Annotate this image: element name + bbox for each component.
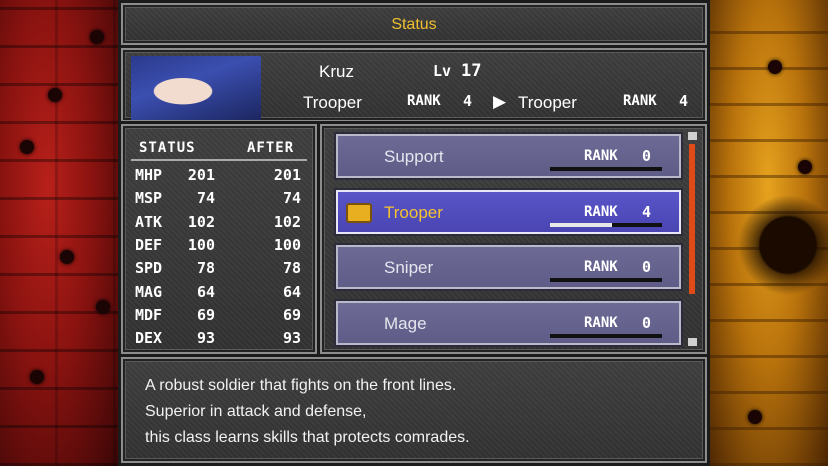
stat-row-mag: MAG 64 64: [123, 283, 315, 306]
current-rank-value: 4: [463, 92, 473, 110]
stat-value: 64: [196, 282, 215, 301]
description-line-1: A robust soldier that fights on the fron…: [145, 377, 457, 394]
stat-row-mhp: MHP 201 201: [123, 166, 315, 189]
stat-name: MHP: [135, 166, 163, 184]
stat-name: MAG: [135, 282, 163, 301]
rank-progress-bar: [550, 167, 662, 171]
stat-name: MSP: [135, 189, 163, 208]
stat-row-spd: SPD 78 78: [123, 259, 315, 282]
stat-after-value: 102: [273, 212, 301, 231]
stat-after-value: 78: [282, 259, 301, 278]
stat-name: DEX: [135, 329, 163, 348]
class-name: Sniper: [384, 258, 434, 277]
new-class: Trooper: [518, 93, 577, 112]
class-item-sniper[interactable]: Sniper RANK 0: [334, 243, 683, 291]
description-line-2: Superior in attack and defense,: [145, 403, 367, 420]
background-right-wall: [708, 0, 828, 466]
current-rank-label: RANK: [407, 93, 441, 109]
stat-after-value: 93: [282, 329, 301, 348]
cursor-hand-icon: [346, 202, 372, 223]
stat-name: ATK: [135, 212, 163, 231]
class-list-panel: Support RANK 0 Trooper RANK 4 Sniper RANK 0 Mage R…: [317, 121, 710, 357]
level-label: Lv: [433, 62, 452, 80]
new-rank-label: RANK: [623, 93, 657, 109]
class-item-trooper[interactable]: Trooper RANK 4: [334, 187, 683, 236]
screen-title: Status: [391, 16, 437, 33]
stat-value: 102: [187, 212, 215, 231]
stat-value: 74: [196, 189, 215, 208]
rank-progress-bar: [550, 222, 662, 227]
class-item-support[interactable]: Support RANK 0: [334, 132, 683, 180]
stat-row-def: DEF 100 100: [123, 236, 315, 259]
rank-label: RANK: [584, 314, 618, 331]
rank-value: 0: [642, 313, 652, 332]
stat-row-msp: MSP 74 74: [123, 189, 315, 212]
title-panel: Status: [118, 0, 710, 48]
rank-progress-bar: [550, 333, 662, 338]
rank-label: RANK: [584, 203, 618, 220]
stat-after-value: 201: [273, 166, 301, 184]
description-line-3: this class learns skills that protects c…: [145, 429, 470, 446]
rank-label: RANK: [584, 148, 618, 164]
stat-after-value: 74: [282, 189, 301, 208]
stat-after-value: 69: [282, 305, 301, 324]
character-portrait: [131, 56, 261, 120]
stat-value: 69: [196, 305, 215, 324]
rank-progress-bar: [550, 278, 662, 282]
stats-panel: STATUS AFTER MHP 201 201 MSP 74 74 ATK 102 102 DE…: [118, 121, 320, 357]
class-item-mage[interactable]: Mage RANK 0: [334, 298, 683, 347]
scroll-down-arrow[interactable]: [688, 338, 697, 346]
character-name: Kruz: [319, 62, 354, 81]
stat-after-value: 64: [282, 282, 301, 301]
arrow-icon: ▶: [493, 92, 507, 111]
stat-name: SPD: [135, 259, 163, 278]
scroll-up-arrow[interactable]: [688, 132, 697, 140]
bullet-splat-decoration: [728, 190, 828, 300]
stats-header-status: STATUS: [139, 140, 196, 156]
description-panel: A robust soldier that fights on the fron…: [118, 354, 710, 466]
stat-row-atk: ATK 102 102: [123, 213, 315, 236]
level-value: 17: [461, 61, 482, 81]
stat-value: 93: [196, 329, 215, 348]
background-left-wall: [0, 0, 118, 466]
rank-value: 4: [642, 202, 652, 221]
stat-value: 100: [187, 235, 215, 254]
current-class: Trooper: [303, 93, 362, 112]
stat-value: 201: [187, 166, 215, 184]
scrollbar[interactable]: [689, 144, 695, 294]
rank-value: 0: [642, 258, 652, 276]
class-name: Mage: [384, 313, 427, 333]
stat-row-dex: DEX 93 93: [123, 329, 315, 352]
stat-after-value: 100: [273, 235, 301, 254]
class-name: Trooper: [384, 202, 443, 222]
class-name: Support: [384, 147, 444, 166]
rank-value: 0: [642, 147, 652, 165]
stat-row-mdf: MDF 69 69: [123, 306, 315, 329]
stats-header-after: AFTER: [247, 140, 295, 156]
stat-name: DEF: [135, 235, 163, 254]
character-header-panel: Kruz Lv 17 Trooper RANK 4 ▶ Trooper RANK…: [118, 45, 710, 125]
stat-name: MDF: [135, 305, 163, 324]
new-rank-value: 4: [679, 92, 689, 110]
rank-label: RANK: [584, 259, 618, 275]
stat-value: 78: [196, 259, 215, 278]
rank-progress-fill: [550, 222, 612, 227]
